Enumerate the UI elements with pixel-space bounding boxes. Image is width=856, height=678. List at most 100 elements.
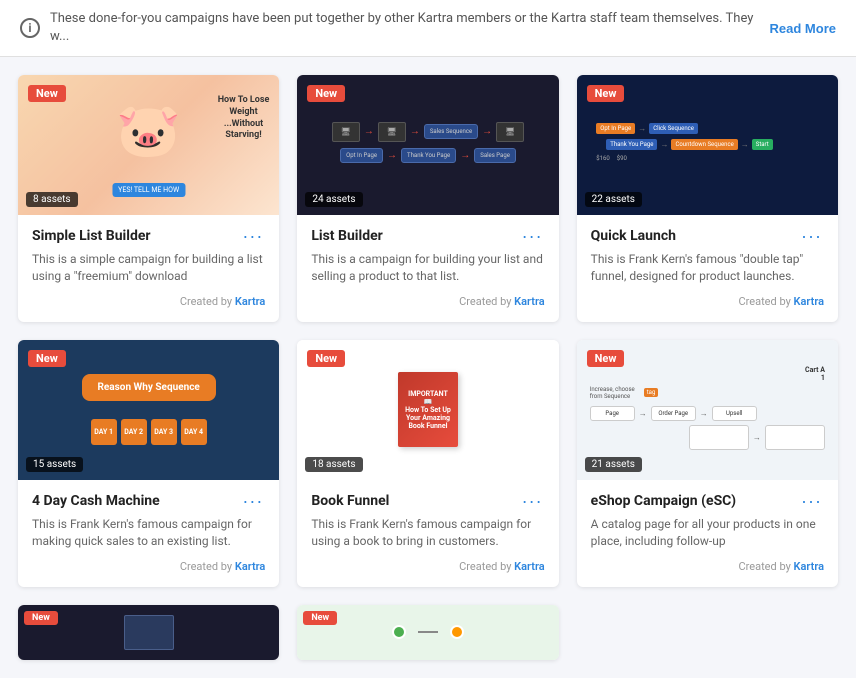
card-description-2: This is a campaign for building your lis… <box>311 251 544 285</box>
created-by-label-1: Created by <box>180 295 235 308</box>
partial-card-placeholder <box>577 605 838 660</box>
card-body-6: eShop Campaign (eSC) ··· A catalog page … <box>577 480 838 587</box>
created-by-link-4[interactable]: Kartra <box>235 560 265 573</box>
card-title-row-2: List Builder ··· <box>311 227 544 245</box>
eshop-label-1: Increase, choose from Sequence <box>590 386 640 400</box>
day-col-3: DAY 3 <box>151 419 177 445</box>
created-by-link-3[interactable]: Kartra <box>794 295 824 308</box>
asset-badge-6: 21 assets <box>585 457 642 472</box>
card-footer-1: Created by Kartra <box>32 295 265 308</box>
created-by-link-1[interactable]: Kartra <box>235 295 265 308</box>
partial-grid: New New <box>0 605 856 678</box>
funnel-box-countdown: Countdown Sequence <box>671 139 737 150</box>
card-menu-btn-1[interactable]: ··· <box>240 227 265 245</box>
monitor-icon-1: 🖥 <box>332 122 360 142</box>
day-col-1: DAY 1 <box>91 419 117 445</box>
eshop-title: Cart A1 <box>590 366 825 382</box>
card-img-title-1: How To LoseWeight...WithoutStarving! <box>218 95 270 142</box>
card-description-5: This is Frank Kern's famous campaign for… <box>311 516 544 550</box>
created-by-label-3: Created by <box>738 295 793 308</box>
card-description-4: This is Frank Kern's famous campaign for… <box>32 516 265 550</box>
flow-arrow-1: → <box>364 126 374 137</box>
card-title-4: 4 Day Cash Machine <box>32 493 160 509</box>
flow-box-3: Thank You Page <box>401 148 456 163</box>
created-by-label-2: Created by <box>459 295 514 308</box>
partial-card-7: New <box>18 605 279 660</box>
day-box-3: DAY 3 <box>151 419 177 445</box>
card-menu-btn-6[interactable]: ··· <box>799 492 824 510</box>
info-bar-left: i These done-for-you campaigns have been… <box>20 10 770 46</box>
card-menu-btn-3[interactable]: ··· <box>799 227 824 245</box>
created-by-link-2[interactable]: Kartra <box>514 295 544 308</box>
funnel-price-value: $90 <box>617 155 627 162</box>
card-footer-2: Created by Kartra <box>311 295 544 308</box>
partial-card-image-8: New <box>297 605 558 660</box>
created-by-label-4: Created by <box>180 560 235 573</box>
card-footer-6: Created by Kartra <box>591 560 824 573</box>
day-col-4: DAY 4 <box>181 419 207 445</box>
card-footer-4: Created by Kartra <box>32 560 265 573</box>
pig-icon: 🐷 <box>116 100 181 161</box>
eshop-box-page: Page <box>590 406 635 421</box>
asset-badge-4: 15 assets <box>26 457 83 472</box>
card-title-row-3: Quick Launch ··· <box>591 227 824 245</box>
mini-nodes-8 <box>392 625 464 639</box>
card-title-row-4: 4 Day Cash Machine ··· <box>32 492 265 510</box>
new-badge-4: New <box>28 350 66 367</box>
mini-node-orange <box>450 625 464 639</box>
campaign-card-6: New Cart A1 Increase, choose from Sequen… <box>577 340 838 587</box>
partial-new-badge-7: New <box>24 611 58 625</box>
asset-badge-2: 24 assets <box>305 192 362 207</box>
flow-diagram: 🖥 → 🖥 → Sales Sequence → 🖥 Opt In Page →… <box>310 114 545 177</box>
flow-arrow-2: → <box>410 126 420 137</box>
card-body-2: List Builder ··· This is a campaign for … <box>297 215 558 322</box>
campaign-card-4: New Reason Why Sequence DAY 1 DAY 2 DAY … <box>18 340 279 587</box>
card-title-2: List Builder <box>311 228 382 244</box>
card-image-5: New IMPORTANT📖How To Set UpYour AmazingB… <box>297 340 558 480</box>
mini-line-8 <box>418 631 438 633</box>
reason-why-content: Reason Why Sequence DAY 1 DAY 2 DAY 3 DA… <box>18 374 279 445</box>
funnel-price-label: $160 <box>596 155 610 162</box>
funnel-box-thankyou: Thank You Page <box>606 139 657 150</box>
campaign-card-5: New IMPORTANT📖How To Set UpYour AmazingB… <box>297 340 558 587</box>
eshop-box-order: Order Page <box>651 406 696 421</box>
card-title-row-6: eShop Campaign (eSC) ··· <box>591 492 824 510</box>
day-box-4: DAY 4 <box>181 419 207 445</box>
created-by-link-6[interactable]: Kartra <box>794 560 824 573</box>
new-badge-3: New <box>587 85 625 102</box>
flow-box-1: Sales Sequence <box>424 124 478 139</box>
eshop-box-small-2 <box>765 425 825 450</box>
read-more-button[interactable]: Read More <box>770 21 836 36</box>
card-title-5: Book Funnel <box>311 493 389 509</box>
card-image-3: New Opt In Page → Click Sequence Thank Y… <box>577 75 838 215</box>
reason-why-box: Reason Why Sequence <box>82 374 216 401</box>
eshop-diagram: Cart A1 Increase, choose from Sequence t… <box>590 366 825 454</box>
card-title-1: Simple List Builder <box>32 228 151 244</box>
created-by-link-5[interactable]: Kartra <box>514 560 544 573</box>
card-image-2: New 🖥 → 🖥 → Sales Sequence → 🖥 Opt In Pa… <box>297 75 558 215</box>
mini-node-green-1 <box>392 625 406 639</box>
funnel-box-click: Click Sequence <box>649 123 698 134</box>
day-box-2: DAY 2 <box>121 419 147 445</box>
partial-card-8: New <box>297 605 558 660</box>
eshop-tag-1: tag <box>644 388 659 397</box>
eshop-arrow-1: → <box>639 409 647 418</box>
card-footer-5: Created by Kartra <box>311 560 544 573</box>
card-menu-btn-5[interactable]: ··· <box>520 492 545 510</box>
eshop-box-upsell: Upsell <box>712 406 757 421</box>
info-bar: i These done-for-you campaigns have been… <box>0 0 856 57</box>
monitor-icon-2: 🖥 <box>378 122 406 142</box>
partial-card-image-7: New <box>18 605 279 660</box>
new-badge-6: New <box>587 350 625 367</box>
asset-badge-1: 8 assets <box>26 192 78 207</box>
card-menu-btn-2[interactable]: ··· <box>520 227 545 245</box>
flow-arrow-3: → <box>482 126 492 137</box>
flow-box-2: Opt In Page <box>340 148 383 163</box>
monitor-icon-3: 🖥 <box>496 122 524 142</box>
card-body-1: Simple List Builder ··· This is a simple… <box>18 215 279 322</box>
partial-new-badge-8: New <box>303 611 337 625</box>
card-cta-btn-1: YES! TELL ME HOW <box>112 183 185 197</box>
campaign-card-3: New Opt In Page → Click Sequence Thank Y… <box>577 75 838 322</box>
card-menu-btn-4[interactable]: ··· <box>240 492 265 510</box>
campaign-card-2: New 🖥 → 🖥 → Sales Sequence → 🖥 Opt In Pa… <box>297 75 558 322</box>
